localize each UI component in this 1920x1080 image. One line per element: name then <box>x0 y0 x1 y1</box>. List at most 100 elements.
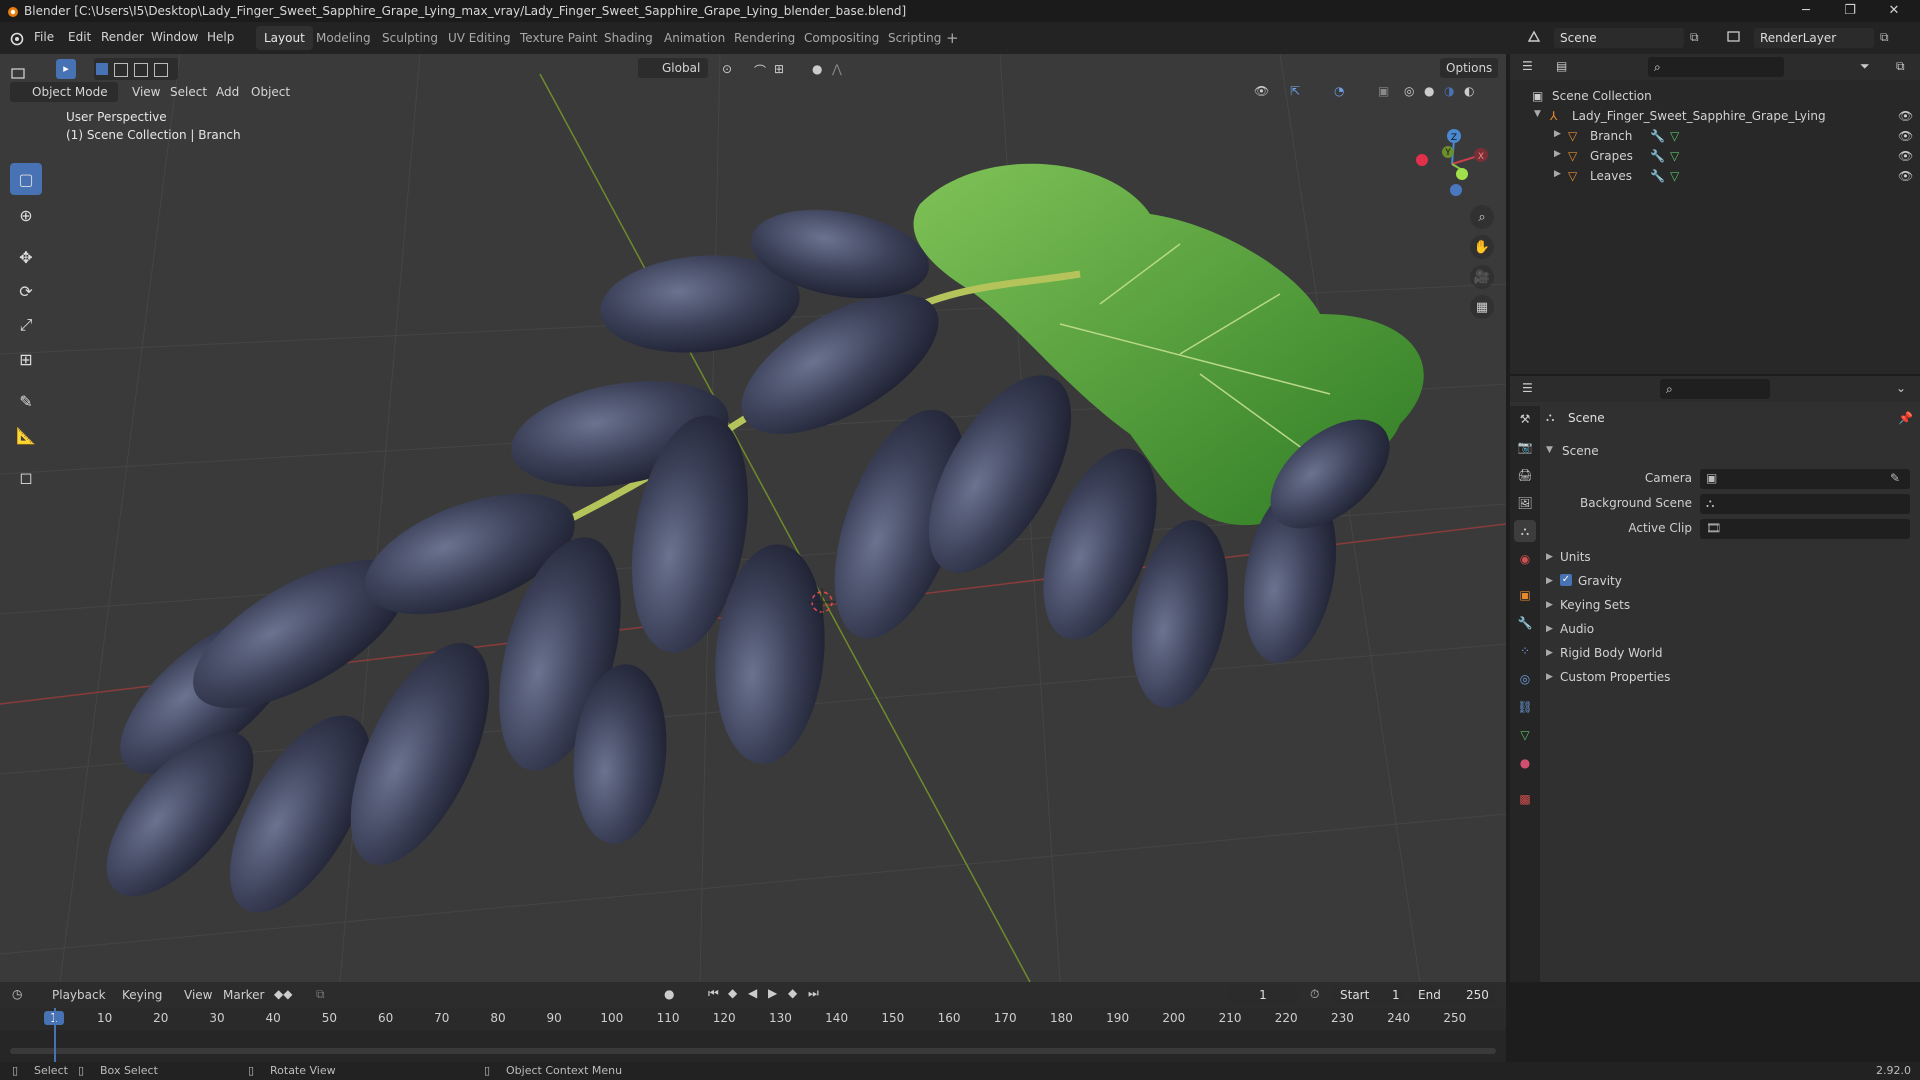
tab-sculpting[interactable]: Sculpting <box>374 26 446 50</box>
auto-keying-icon[interactable]: ⧉ <box>316 987 325 1002</box>
timeline-menu-playback[interactable]: Playback <box>52 988 106 1002</box>
ortho-grid-icon[interactable]: ▦ <box>1470 295 1494 319</box>
expand-arrow-icon[interactable]: ▶ <box>1554 169 1561 179</box>
menu-edit[interactable]: Edit <box>68 30 91 44</box>
viewport-menu-object[interactable]: Object <box>251 85 290 99</box>
end-frame-field[interactable]: End 250 <box>1410 985 1496 1005</box>
new-collection-icon[interactable]: ⧉ <box>1896 59 1905 74</box>
timeline-editor-icon[interactable]: ◷ <box>12 987 22 1001</box>
add-cube-tool-icon[interactable]: ◻ <box>10 461 42 493</box>
visibility-eye-icon[interactable]: 👁 <box>1898 169 1913 183</box>
annotate-tool-icon[interactable]: ✎ <box>10 385 42 417</box>
display-mode-icon[interactable]: ▤ <box>1556 59 1567 73</box>
scene-new-icon[interactable]: ⧉ <box>1690 30 1699 45</box>
timeline-scrollbar[interactable] <box>10 1048 1496 1054</box>
camera-field[interactable]: ▣ ✎ <box>1700 469 1910 489</box>
preview-range-icon[interactable]: ⏱ <box>1310 987 1319 1002</box>
play-reverse-icon[interactable]: ◀ <box>748 986 757 1000</box>
cursor-tool-icon[interactable]: ⊕ <box>10 199 42 231</box>
viewport-menu-view[interactable]: View <box>132 85 160 99</box>
properties-editor-icon[interactable]: ☰ <box>1522 381 1533 395</box>
visibility-eye-icon[interactable]: 👁 <box>1898 109 1913 123</box>
3d-viewport[interactable]: ▸ Global ⊙ ⌒ ⊞ ● ⋀ Options Object Mode V… <box>0 54 1506 982</box>
rigid-body-world-panel[interactable]: ▶ Rigid Body World <box>1546 646 1916 666</box>
visibility-icon[interactable]: 👁 <box>1254 84 1269 98</box>
texture-tab-icon[interactable]: ▩ <box>1514 788 1536 810</box>
view-layer-tab-icon[interactable]: 🖼 <box>1514 492 1536 514</box>
measure-tool-icon[interactable]: 📐 <box>10 419 42 451</box>
overlays-icon[interactable]: ◔ <box>1334 84 1344 98</box>
outliner-row-grapes[interactable]: ▶ ▽ Grapes 🔧 ▽ 👁 <box>1510 146 1920 166</box>
menu-help[interactable]: Help <box>207 30 234 44</box>
tab-uv-editing[interactable]: UV Editing <box>440 26 519 50</box>
select-new-icon[interactable] <box>96 63 108 75</box>
tab-modeling[interactable]: Modeling <box>308 26 379 50</box>
expand-arrow-icon[interactable]: ▶ <box>1554 149 1561 159</box>
material-tab-icon[interactable]: ● <box>1514 752 1536 774</box>
object-tab-icon[interactable]: ▣ <box>1514 584 1536 606</box>
view-layer-new-icon[interactable]: ⧉ <box>1880 30 1889 45</box>
blender-menu-icon[interactable] <box>8 30 24 46</box>
tweak-tool-icon[interactable]: ▸ <box>56 59 76 79</box>
select-extend-icon[interactable] <box>114 63 128 77</box>
filter-icon[interactable]: ⏷ <box>1860 59 1870 74</box>
select-subtract-icon[interactable] <box>134 63 148 77</box>
render-tab-icon[interactable]: 📷 <box>1514 436 1536 458</box>
editor-type-icon[interactable] <box>10 66 30 82</box>
playhead-line[interactable] <box>54 1008 56 1062</box>
visibility-eye-icon[interactable]: 👁 <box>1898 149 1913 163</box>
add-workspace-button[interactable]: + <box>938 26 967 50</box>
pin-icon[interactable]: 📌 <box>1898 411 1913 425</box>
constraints-tab-icon[interactable]: ⛓ <box>1514 696 1536 718</box>
outliner-editor-icon[interactable]: ☰ <box>1522 59 1533 73</box>
menu-window[interactable]: Window <box>151 30 198 44</box>
transform-orientation-dropdown[interactable]: Global <box>638 58 708 78</box>
play-icon[interactable]: ▶ <box>768 986 777 1000</box>
next-keyframe-icon[interactable]: ◆ <box>788 986 797 1000</box>
proportional-edit-icon[interactable]: ● <box>812 62 822 76</box>
rendered-shading-icon[interactable]: ◐ <box>1464 84 1474 98</box>
physics-tab-icon[interactable]: ◎ <box>1514 668 1536 690</box>
scale-tool-icon[interactable]: ⤢ <box>10 309 42 341</box>
gravity-checkbox[interactable]: ✓ <box>1560 574 1572 586</box>
timeline-menu-view[interactable]: View <box>184 988 212 1002</box>
tool-tab-icon[interactable]: ⚒ <box>1514 408 1536 430</box>
timeline-menu-keying[interactable]: Keying <box>122 988 162 1002</box>
navigation-gizmo[interactable]: Z X Y <box>1412 114 1502 204</box>
background-scene-field[interactable]: ⛬ <box>1700 494 1910 514</box>
close-button[interactable]: ✕ <box>1874 0 1914 22</box>
rotate-tool-icon[interactable]: ⟳ <box>10 275 42 307</box>
move-tool-icon[interactable]: ✥ <box>10 241 42 273</box>
output-tab-icon[interactable]: 🖨 <box>1514 464 1536 486</box>
gravity-panel[interactable]: ▶ ✓ Gravity <box>1546 574 1916 594</box>
modifier-tab-icon[interactable]: 🔧 <box>1514 612 1536 634</box>
prev-keyframe-icon[interactable]: ◆ <box>728 986 737 1000</box>
snap-icon[interactable]: ⌒ <box>754 62 766 79</box>
keying-sets-panel[interactable]: ▶ Keying Sets <box>1546 598 1916 618</box>
expand-arrow-icon[interactable]: ▶ <box>1554 129 1561 139</box>
camera-view-icon[interactable]: 🎥 <box>1470 265 1494 289</box>
pivot-point-icon[interactable]: ⊙ <box>722 62 732 76</box>
viewport-scene[interactable] <box>0 54 1506 982</box>
pan-hand-icon[interactable]: ✋ <box>1470 235 1494 259</box>
jump-end-icon[interactable]: ⏭ <box>808 986 819 1001</box>
tab-compositing[interactable]: Compositing <box>796 26 887 50</box>
xray-icon[interactable]: ▣ <box>1378 84 1389 98</box>
tab-layout[interactable]: Layout <box>256 26 313 50</box>
expand-arrow-icon[interactable]: ▼ <box>1534 109 1541 119</box>
view-layer-selector[interactable]: RenderLayer <box>1754 28 1874 48</box>
wireframe-shading-icon[interactable]: ◎ <box>1404 84 1414 98</box>
data-tab-icon[interactable]: ▽ <box>1514 724 1536 746</box>
timeline-track-area[interactable] <box>0 1030 1506 1062</box>
world-tab-icon[interactable]: ◉ <box>1514 548 1536 570</box>
snap-target-icon[interactable]: ⊞ <box>774 62 784 76</box>
material-shading-icon[interactable]: ◑ <box>1444 84 1454 98</box>
properties-search-input[interactable]: ⌕ <box>1660 379 1770 399</box>
active-clip-field[interactable]: 🎞 <box>1700 519 1910 539</box>
visibility-eye-icon[interactable]: 👁 <box>1898 129 1913 143</box>
gizmo-toggle-icon[interactable]: ⇱ <box>1290 84 1300 98</box>
outliner-row-branch[interactable]: ▶ ▽ Branch 🔧 ▽ 👁 <box>1510 126 1920 146</box>
options-dropdown[interactable]: Options <box>1440 58 1498 78</box>
menu-file[interactable]: File <box>34 30 54 44</box>
tab-shading[interactable]: Shading <box>596 26 661 50</box>
